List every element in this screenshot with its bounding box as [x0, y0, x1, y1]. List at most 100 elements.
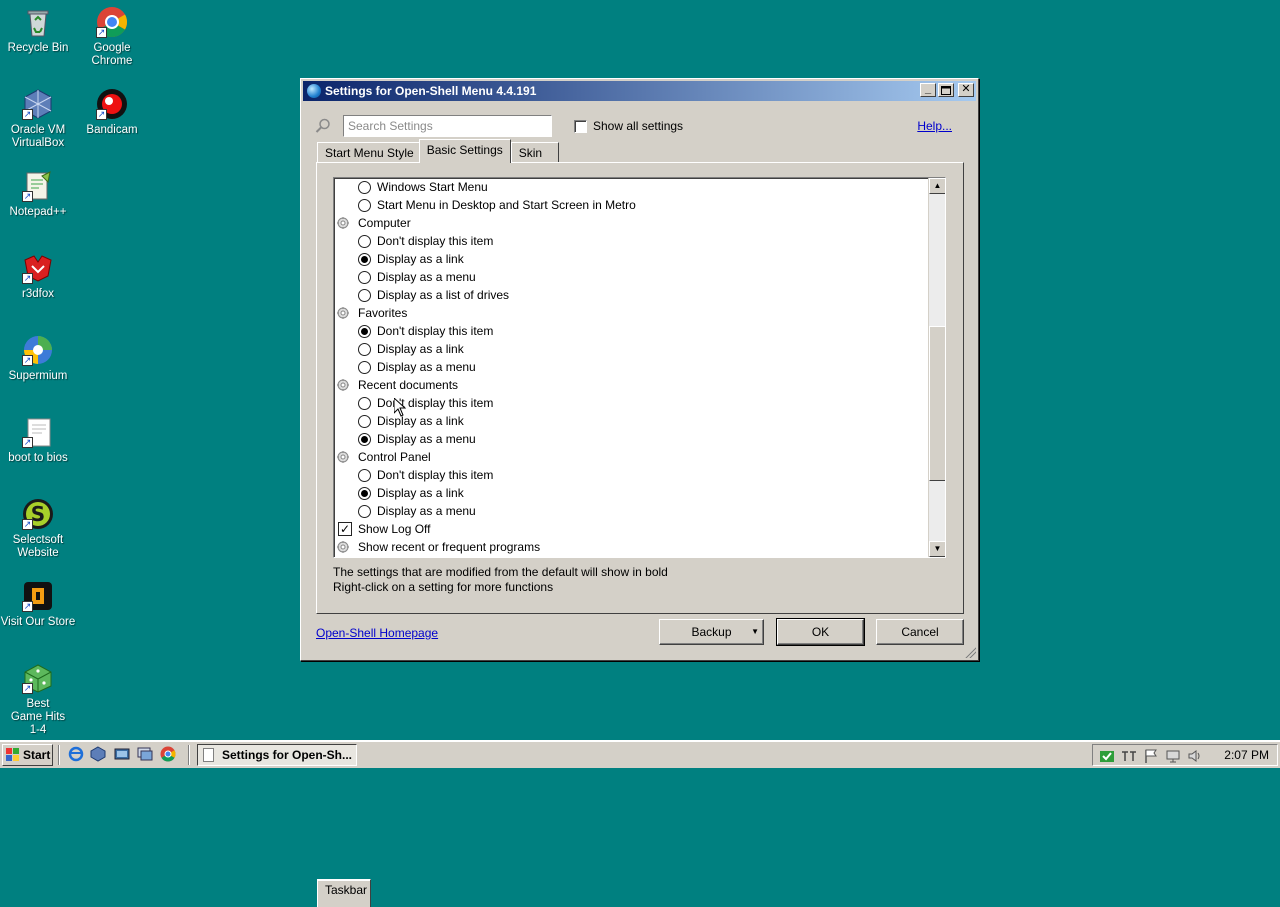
volume-icon[interactable]: [1187, 748, 1203, 764]
desktop-icon-best-game-hits[interactable]: ↗ Best Game Hits 1-4: [0, 662, 76, 737]
supermium-icon: ↗: [22, 334, 54, 366]
settings-option[interactable]: Display as a link: [334, 412, 927, 430]
vertical-scrollbar[interactable]: ▲ ▼: [928, 178, 945, 557]
settings-option[interactable]: Display as a link: [334, 484, 927, 502]
desktop-icon-r3dfox[interactable]: ↗ r3dfox: [0, 252, 76, 301]
settings-option-label: Display as a link: [377, 252, 464, 266]
tab-taskbar[interactable]: Taskbar: [317, 879, 371, 907]
settings-option[interactable]: Display as a menu: [334, 430, 927, 448]
desktop-icon-visit-store[interactable]: ↗ Visit Our Store: [0, 580, 76, 629]
settings-option[interactable]: Don't display this item: [334, 394, 927, 412]
selectsoft-icon: S ↗: [22, 498, 54, 530]
radio-button[interactable]: [358, 469, 371, 482]
tab-basic-settings[interactable]: Basic Settings: [418, 139, 511, 163]
desktop-icon-supermium[interactable]: ↗ Supermium: [0, 334, 76, 383]
title-bar[interactable]: Settings for Open-Shell Menu 4.4.191 _ ✕: [303, 81, 976, 101]
settings-group[interactable]: Show recent or frequent programs: [334, 538, 927, 556]
settings-group[interactable]: Control Panel: [334, 448, 927, 466]
radio-button-selected[interactable]: [358, 325, 371, 338]
close-button[interactable]: ✕: [958, 83, 974, 97]
show-all-settings-checkbox[interactable]: [574, 119, 587, 133]
settings-tabs: Start Menu Style Basic Settings Skin Tas…: [317, 139, 559, 907]
help-link[interactable]: Help...: [917, 119, 952, 133]
info-line-bold-note: The settings that are modified from the …: [333, 565, 668, 579]
dice-icon: ↗: [22, 662, 54, 694]
maximize-button[interactable]: [938, 83, 954, 97]
scroll-down-button[interactable]: ▼: [929, 541, 945, 557]
settings-option[interactable]: Display as a link: [334, 250, 927, 268]
tab-skin[interactable]: Skin: [510, 142, 559, 163]
radio-button[interactable]: [358, 415, 371, 428]
settings-option[interactable]: Windows Start Menu: [334, 178, 927, 196]
start-button[interactable]: Start: [2, 744, 53, 766]
shortcut-arrow-icon: ↗: [22, 355, 33, 366]
desktop-icon-boot-to-bios[interactable]: ↗ boot to bios: [0, 416, 76, 465]
settings-group[interactable]: Computer: [334, 214, 927, 232]
radio-button[interactable]: [358, 397, 371, 410]
settings-option[interactable]: Display as a menu: [334, 268, 927, 286]
network-check-icon[interactable]: [1099, 748, 1115, 764]
shortcut-arrow-icon: ↗: [96, 27, 107, 38]
tab-start-menu-style[interactable]: Start Menu Style: [317, 142, 422, 163]
settings-checkbox-row[interactable]: ✓ Show Log Off: [334, 520, 927, 538]
settings-option[interactable]: Display as a list of drives: [334, 286, 927, 304]
radio-button-selected[interactable]: [358, 433, 371, 446]
clock[interactable]: 2:07 PM: [1224, 748, 1269, 762]
desktop-icon-virtualbox[interactable]: ↗ Oracle VM VirtualBox: [0, 88, 76, 150]
radio-button[interactable]: [358, 271, 371, 284]
window-switcher-icon[interactable]: [137, 746, 153, 762]
scroll-thumb[interactable]: [929, 326, 945, 481]
settings-option[interactable]: Start Menu in Desktop and Start Screen i…: [334, 196, 927, 214]
settings-option[interactable]: Display as a menu: [334, 502, 927, 520]
desktop-icon-google-chrome[interactable]: ↗ Google Chrome: [74, 6, 150, 68]
radio-button[interactable]: [358, 343, 371, 356]
settings-option[interactable]: Don't display this item: [334, 322, 927, 340]
settings-group[interactable]: Recent documents: [334, 376, 927, 394]
settings-option-label: Display as a menu: [377, 360, 476, 374]
radio-button[interactable]: [358, 181, 371, 194]
search-input[interactable]: [343, 115, 552, 137]
virtualbox-icon[interactable]: [90, 746, 106, 762]
desktop-icon-selectsoft[interactable]: S ↗ Selectsoft Website: [0, 498, 76, 560]
internet-explorer-icon[interactable]: [68, 746, 84, 762]
settings-option[interactable]: Don't display this item: [334, 232, 927, 250]
settings-option[interactable]: Don't display this item: [334, 466, 927, 484]
settings-option[interactable]: Display as a link: [334, 340, 927, 358]
desktop-icon-bandicam[interactable]: ↗ Bandicam: [74, 88, 150, 137]
show-desktop-icon[interactable]: [114, 746, 130, 762]
minimize-button[interactable]: _: [920, 83, 936, 97]
radio-button-selected[interactable]: [358, 487, 371, 500]
resize-grip[interactable]: [964, 646, 976, 658]
info-line-right-click: Right-click on a setting for more functi…: [333, 580, 554, 594]
scroll-up-button[interactable]: ▲: [929, 178, 945, 194]
checkbox[interactable]: ✓: [338, 522, 352, 536]
settings-option[interactable]: Display as a menu: [334, 358, 927, 376]
radio-button[interactable]: [358, 199, 371, 212]
radio-button[interactable]: [358, 505, 371, 518]
settings-gear-icon: [336, 216, 350, 230]
cancel-button[interactable]: Cancel: [876, 619, 964, 645]
open-shell-homepage-link[interactable]: Open-Shell Homepage: [316, 626, 438, 640]
shortcut-arrow-icon: ↗: [22, 601, 33, 612]
radio-button[interactable]: [358, 289, 371, 302]
radio-button[interactable]: [358, 235, 371, 248]
desktop-icon-label: Recycle Bin: [7, 42, 69, 54]
boot-to-bios-icon: ↗: [22, 416, 54, 448]
shortcut-arrow-icon: ↗: [22, 109, 33, 120]
ok-button[interactable]: OK: [776, 618, 865, 646]
desktop-icon-notepadpp[interactable]: ↗ Notepad++: [0, 170, 76, 219]
settings-group[interactable]: Favorites: [334, 304, 927, 322]
flag-icon[interactable]: [1143, 748, 1159, 764]
input-method-icon[interactable]: [1121, 748, 1137, 764]
chrome-icon[interactable]: [160, 746, 176, 762]
show-all-settings[interactable]: Show all settings: [574, 119, 683, 133]
search-icon: [315, 118, 331, 134]
taskbar-button-settings[interactable]: Settings for Open-Sh...: [197, 744, 357, 766]
backup-button[interactable]: Backup ▼: [659, 619, 764, 645]
network-icon[interactable]: [1165, 748, 1181, 764]
desktop-icon-label: Google Chrome: [91, 42, 133, 67]
desktop-icon-recycle-bin[interactable]: Recycle Bin: [0, 6, 76, 55]
radio-button-selected[interactable]: [358, 253, 371, 266]
shortcut-arrow-icon: ↗: [22, 519, 33, 530]
radio-button[interactable]: [358, 361, 371, 374]
